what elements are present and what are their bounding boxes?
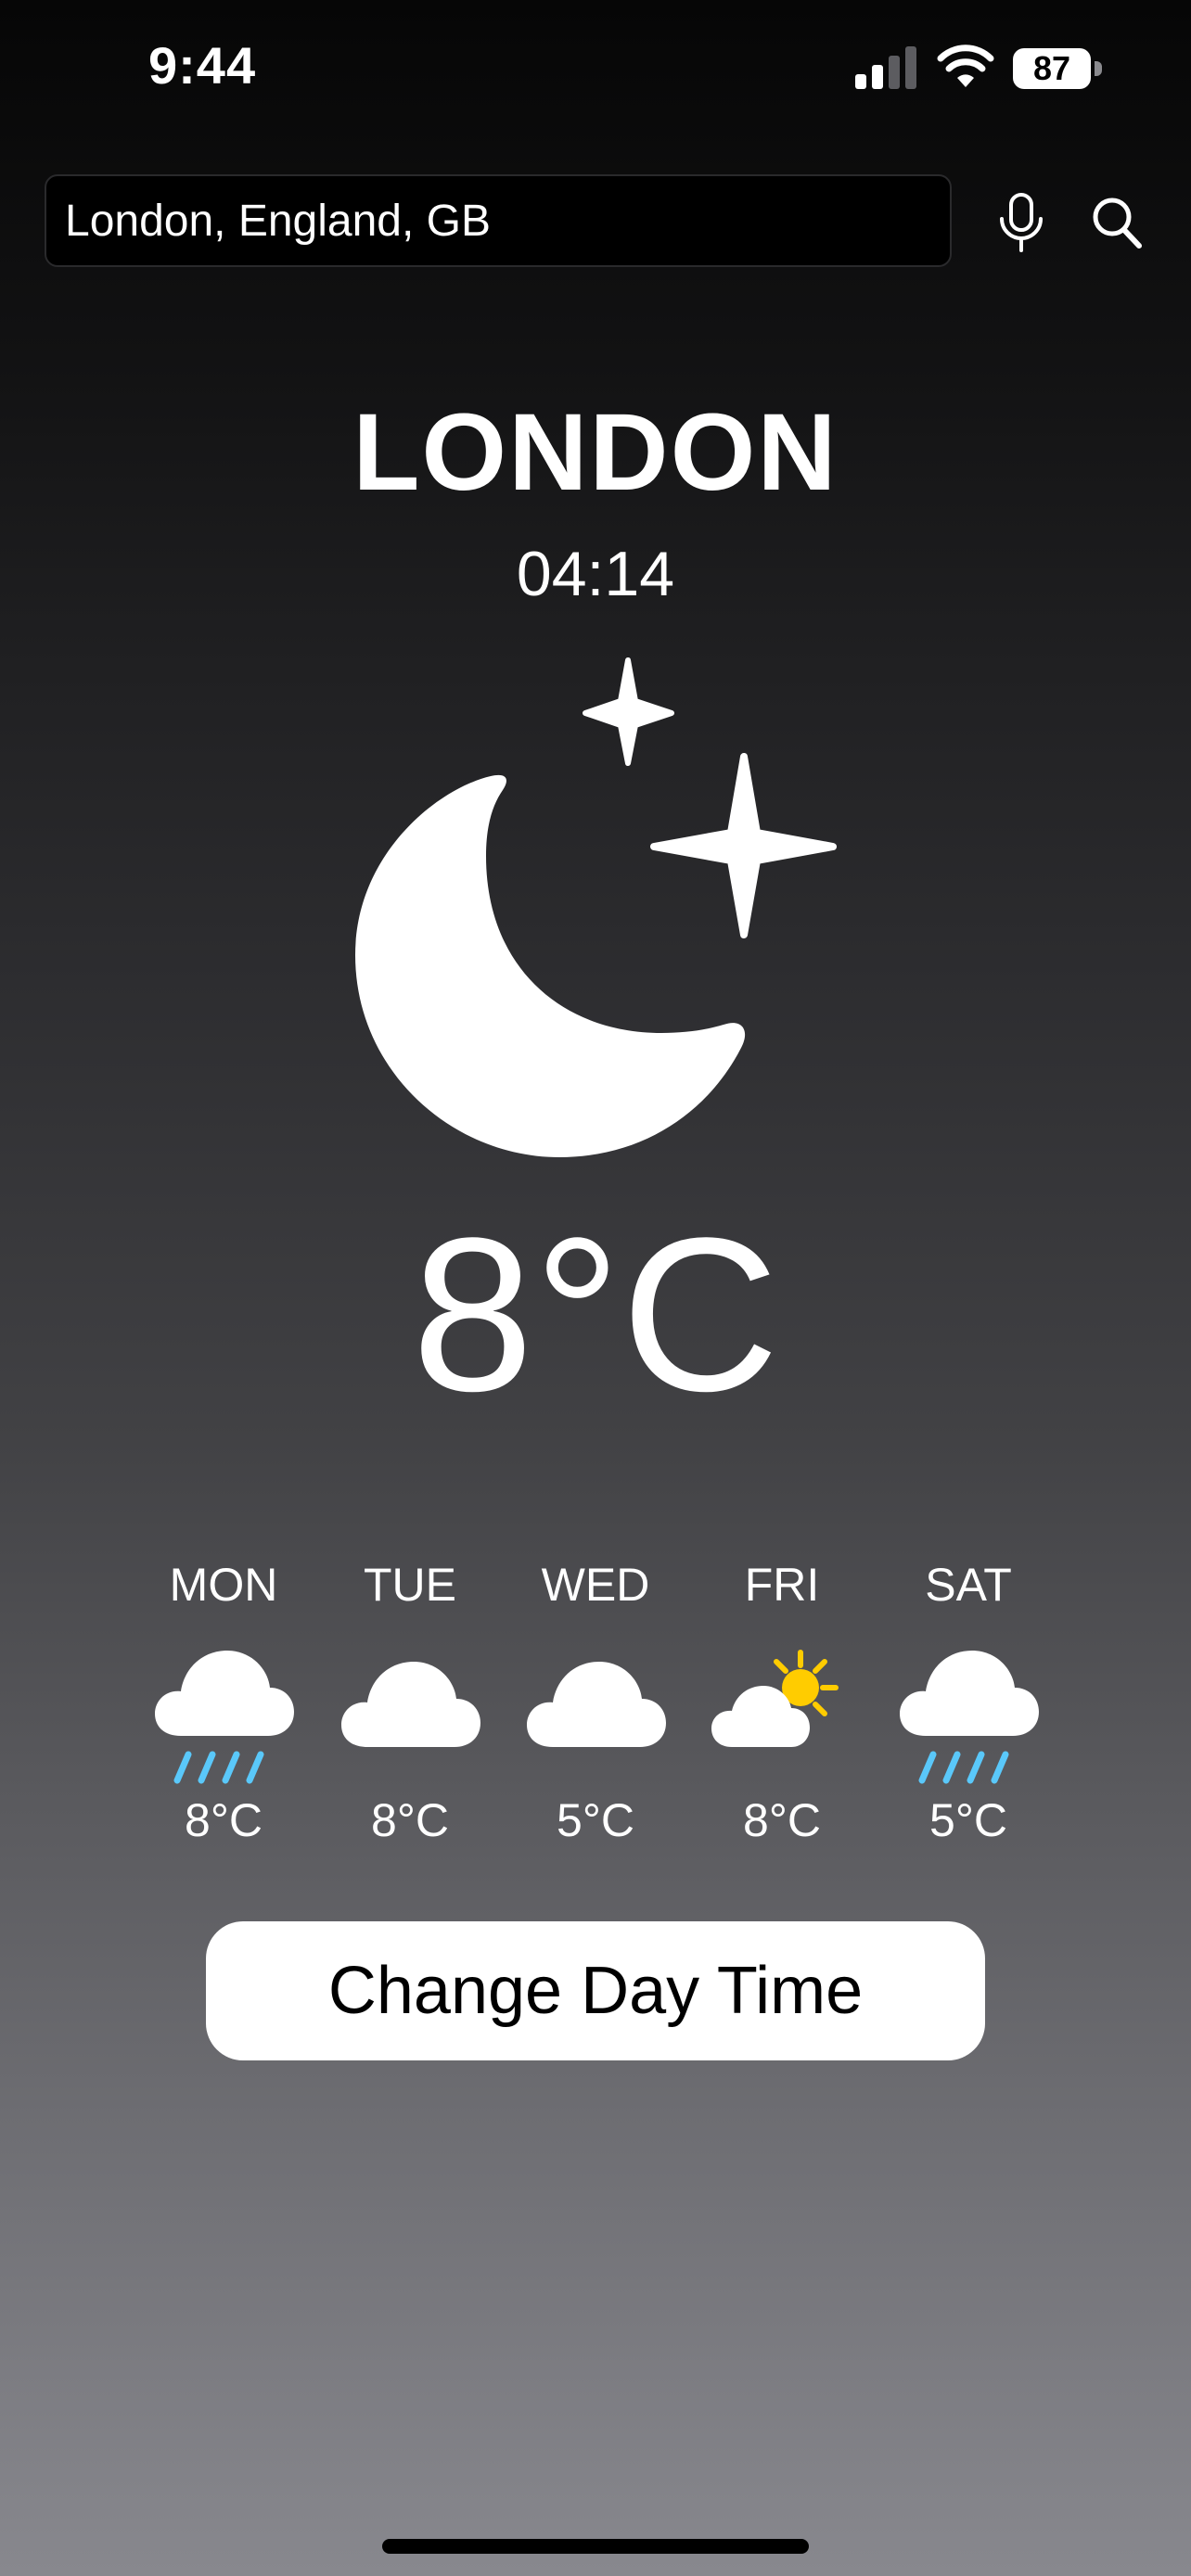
forecast-temp: 5°C [929,1794,1007,1846]
cloud-icon [527,1662,666,1747]
change-day-time-button[interactable]: Change Day Time [206,1921,985,2060]
forecast-day-label: WED [541,1559,650,1611]
forecast-temp: 8°C [743,1794,821,1846]
forecast-day-fri: FRI 8°C [680,1558,884,1847]
forecast-temp: 8°C [371,1794,449,1846]
location-search-input[interactable] [45,174,952,267]
status-time: 9:44 [148,36,257,95]
forecast-day-label: TUE [364,1559,456,1611]
local-time: 04:14 [516,539,675,609]
sun-behind-cloud-icon [711,1650,839,1747]
forecast-temp: 8°C [185,1794,263,1846]
home-indicator[interactable] [382,2539,809,2554]
forecast-day-tue: TUE 8°C [308,1558,512,1847]
forecast-day-label: SAT [925,1559,1012,1611]
cloud-rain-icon [155,1651,294,1784]
battery-percent: 87 [1032,49,1071,87]
forecast-day-sat: SAT 5°C [866,1558,1070,1847]
cellular-signal-icon [855,46,916,89]
mic-icon[interactable] [996,193,1046,254]
current-temperature: 8°C [411,1192,780,1437]
cloud-rain-icon [900,1651,1039,1784]
forecast-day-label: FRI [744,1559,820,1611]
battery-icon: 87 [1013,48,1091,89]
forecast-day-wed: WED 5°C [493,1558,698,1847]
forecast-day-label: MON [169,1559,278,1611]
search-icon[interactable] [1091,195,1143,250]
forecast-day-mon: MON 8°C [122,1558,326,1847]
battery-indicator: 87 [1013,48,1104,91]
moon-stars-icon [355,657,837,1157]
forecast-temp: 5°C [557,1794,634,1846]
battery-cap [1095,61,1102,76]
wifi-icon [937,45,994,87]
city-name: LONDON [352,391,839,514]
cloud-icon [341,1662,480,1747]
